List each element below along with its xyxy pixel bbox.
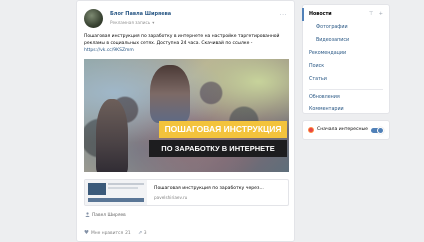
heart-icon[interactable]: ♥ [84, 230, 89, 236]
menu-item-search[interactable]: Поиск [309, 64, 324, 69]
link-thumbnail [85, 180, 147, 205]
more-options-icon[interactable]: ··· [280, 12, 287, 19]
filter-icon[interactable]: ⊤ [369, 11, 373, 17]
thumb-bar [88, 198, 144, 202]
toggle-knob [377, 126, 384, 134]
interesting-first-filter: Сначала интересные [302, 120, 390, 140]
post-signer[interactable]: Павел Ширяев [85, 212, 126, 218]
menu-item-videos[interactable]: Видеозаписи [316, 38, 349, 43]
link-domain: pavelshiriaev.ru [154, 195, 188, 200]
feed-menu: Новости ⊤ + Фотографии Видеозаписи Реком… [302, 4, 390, 114]
post-author[interactable]: Блог Павла Ширяева [110, 11, 171, 17]
post-link[interactable]: https://vk.cc/9KSZmm [84, 48, 134, 53]
ad-label: Рекламная запись [110, 20, 151, 25]
add-icon[interactable]: + [379, 11, 383, 17]
link-title[interactable]: Пошаговая инструкция по заработку через.… [154, 186, 264, 191]
post-header: Блог Павла Ширяева Рекламная запись ▾ ··· [84, 9, 289, 29]
active-indicator [302, 8, 304, 21]
fire-icon [308, 127, 314, 133]
like-label[interactable]: Мне нравится [91, 231, 123, 236]
image-person-left [96, 99, 128, 172]
share-count: 3 [143, 231, 147, 236]
signer-name: Павел Ширяев [92, 213, 126, 218]
author-avatar[interactable] [84, 9, 103, 28]
interesting-first-toggle[interactable] [371, 126, 384, 134]
menu-item-news[interactable]: Новости [309, 12, 332, 17]
filter-label: Сначала интересные [317, 127, 368, 132]
menu-item-recommendations[interactable]: Рекомендации [309, 51, 346, 56]
banner-title-line2: ПО ЗАРАБОТКУ В ИНТЕРНЕТЕ [161, 144, 275, 153]
banner-title-line1: ПОШАГОВАЯ ИНСТРУКЦИЯ [164, 124, 282, 134]
link-preview-card[interactable]: Пошаговая инструкция по заработку через.… [84, 179, 289, 206]
menu-header-icons: ⊤ + [369, 11, 383, 17]
menu-item-comments[interactable]: Комментарии [309, 107, 344, 112]
post-text: Пошаговая инструкция по заработку в инте… [84, 34, 289, 54]
like-count: 21 [125, 231, 131, 236]
menu-divider [309, 89, 383, 90]
post-subtitle[interactable]: Рекламная запись ▾ [110, 20, 154, 25]
share-icon[interactable]: ⇗ [138, 230, 142, 236]
post-actions: ♥ Мне нравится 21 ⇗ 3 [84, 230, 147, 236]
menu-item-photos[interactable]: Фотографии [316, 25, 348, 30]
chevron-down-icon: ▾ [152, 20, 155, 25]
feed-post: Блог Павла Ширяева Рекламная запись ▾ ···… [76, 0, 295, 242]
menu-item-updates[interactable]: Обновления [309, 95, 340, 100]
thumb-block [88, 183, 106, 195]
thumb-line [108, 187, 138, 189]
post-image[interactable]: ПОШАГОВАЯ ИНСТРУКЦИЯ ПО ЗАРАБОТКУ В ИНТЕ… [84, 59, 289, 172]
post-body: Пошаговая инструкция по заработку в инте… [84, 34, 280, 46]
menu-item-articles[interactable]: Статьи [309, 77, 327, 82]
image-person-center [150, 65, 190, 123]
person-icon [85, 212, 90, 217]
thumb-line [108, 183, 144, 185]
